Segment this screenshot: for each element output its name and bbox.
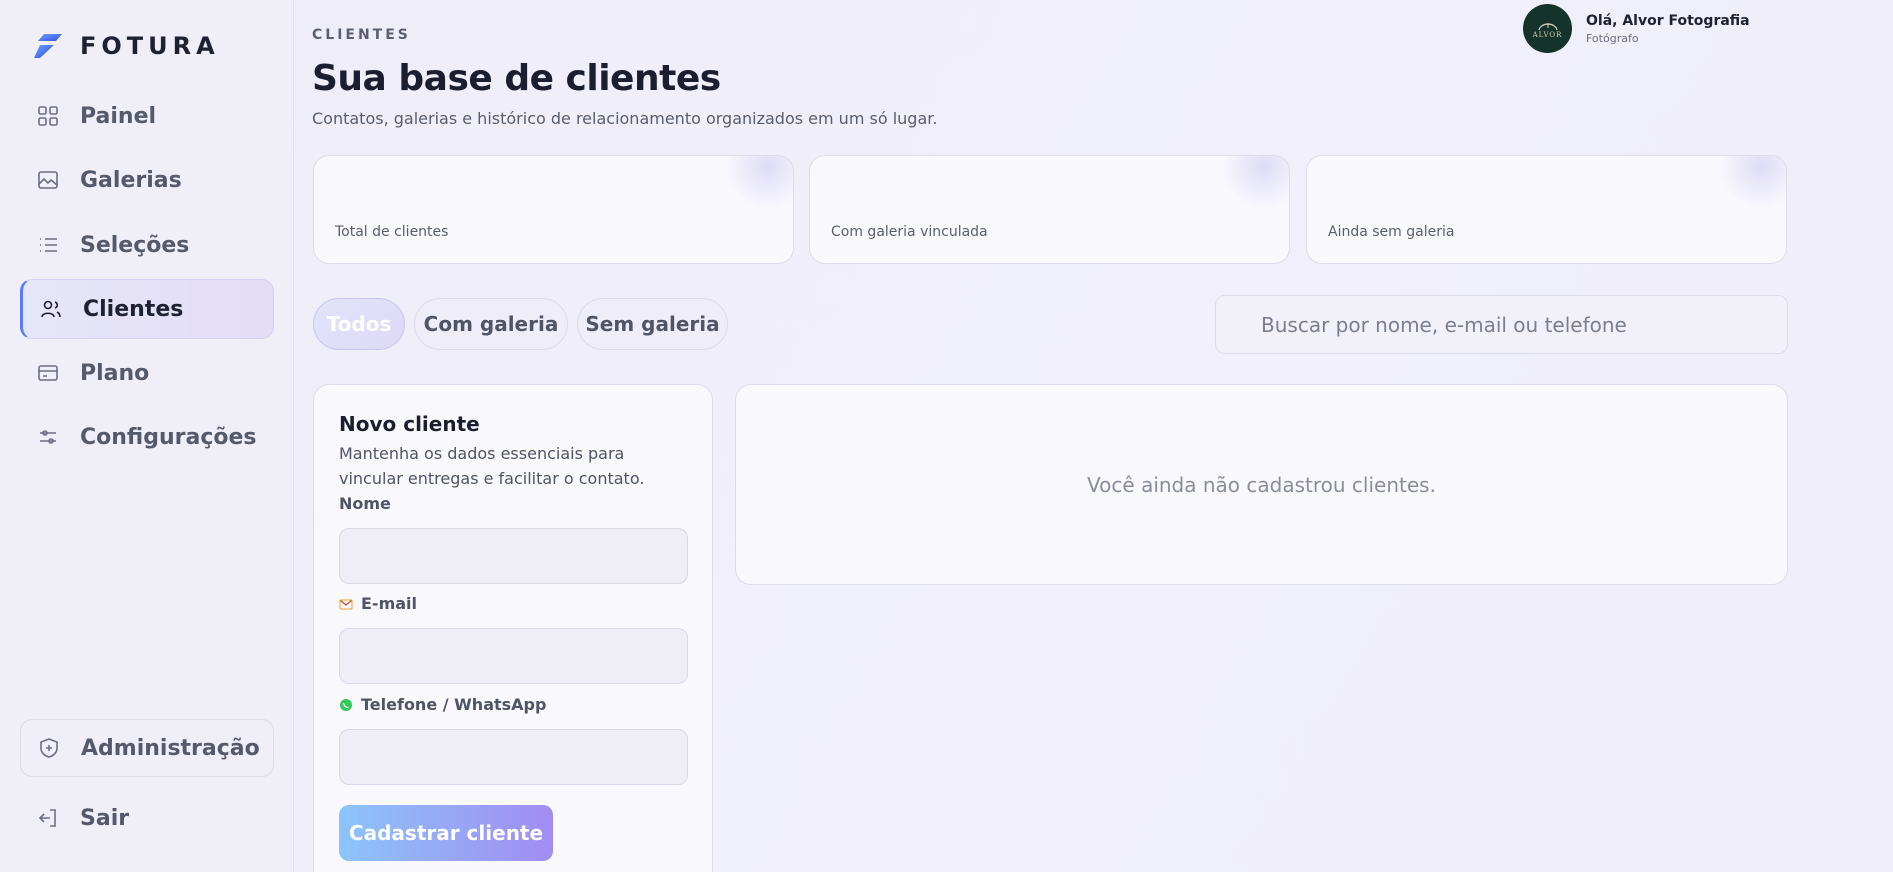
email-icon [339,599,353,609]
stat-label: Com galeria vinculada [831,224,988,240]
shield-icon [40,738,58,758]
email-field[interactable] [339,628,688,684]
stat-label: Ainda sem galeria [1328,224,1455,240]
new-client-form: Novo cliente Mantenha os dados essenciai… [313,384,713,872]
sidebar-item-label: Administração [81,735,260,761]
sidebar-item-label: Clientes [83,296,184,322]
name-label-text: Nome [339,494,391,513]
empty-state-message: Você ainda não cadastrou clientes. [1087,472,1436,497]
grid-icon [38,106,58,126]
sidebar-item-label: Sair [80,805,130,831]
form-title: Novo cliente [339,412,480,436]
brand-name: FOTURA [80,32,220,60]
list-icon [40,238,57,252]
page-subtitle: Contatos, galerias e histórico de relaci… [312,109,938,128]
stat-card-total: Total de clientes [313,155,794,264]
card-icon [38,365,58,381]
email-label: E-mail [339,594,417,613]
breadcrumb: CLIENTES [312,27,411,43]
sidebar-item-administracao[interactable]: Administração [20,719,274,777]
users-icon [41,300,61,318]
phone-label: Telefone / WhatsApp [339,695,546,714]
camera-arc-icon [1537,22,1558,30]
logout-button[interactable]: Sair [20,788,274,848]
sidebar-item-label: Seleções [80,232,190,258]
user-role: Fotógrafo [1586,31,1639,45]
image-icon [38,171,58,189]
sidebar-item-plano[interactable]: Plano [20,343,274,403]
sidebar-item-painel[interactable]: Painel [20,86,274,146]
filter-com-galeria[interactable]: Com galeria [414,298,568,350]
sidebar: FOTURA Painel Galerias Seleções Clientes… [0,0,294,872]
phone-label-text: Telefone / WhatsApp [361,695,547,714]
avatar-text: ALVOR [1532,30,1563,39]
filter-todos[interactable]: Todos [313,298,405,350]
search-input[interactable]: Buscar por nome, e-mail ou telefone [1215,295,1788,354]
client-list-panel: Você ainda não cadastrou clientes. [735,384,1788,585]
phone-field[interactable] [339,729,688,785]
sidebar-item-label: Galerias [80,167,182,193]
whatsapp-icon [340,698,352,711]
sidebar-item-configuracoes[interactable]: Configurações [20,407,274,467]
sidebar-item-label: Configurações [80,424,257,450]
page-title: Sua base de clientes [312,58,721,99]
submit-client-button[interactable]: Cadastrar cliente [339,805,553,861]
stat-card-with-gallery: Com galeria vinculada [809,155,1290,264]
stat-label: Total de clientes [335,224,449,240]
brand-logo[interactable]: FOTURA [32,32,220,60]
sidebar-item-clientes[interactable]: Clientes [20,279,274,339]
sidebar-item-selecoes[interactable]: Seleções [20,215,274,275]
user-profile[interactable]: ALVOR Olá, Alvor Fotografia Fotógrafo [1523,4,1750,53]
sidebar-item-label: Painel [80,103,157,129]
sliders-icon [40,430,56,444]
avatar: ALVOR [1523,4,1572,53]
logout-icon [38,809,56,827]
name-field[interactable] [339,528,688,584]
sidebar-item-label: Plano [80,360,150,386]
filter-sem-galeria[interactable]: Sem galeria [577,298,728,350]
sidebar-item-galerias[interactable]: Galerias [20,150,274,210]
fotura-logo-icon [34,34,62,58]
user-greeting: Olá, Alvor Fotografia [1586,12,1750,29]
stat-card-without-gallery: Ainda sem galeria [1306,155,1787,264]
email-label-text: E-mail [361,594,418,613]
name-label: Nome [339,494,391,513]
form-description: Mantenha os dados essenciais para vincul… [339,444,645,488]
